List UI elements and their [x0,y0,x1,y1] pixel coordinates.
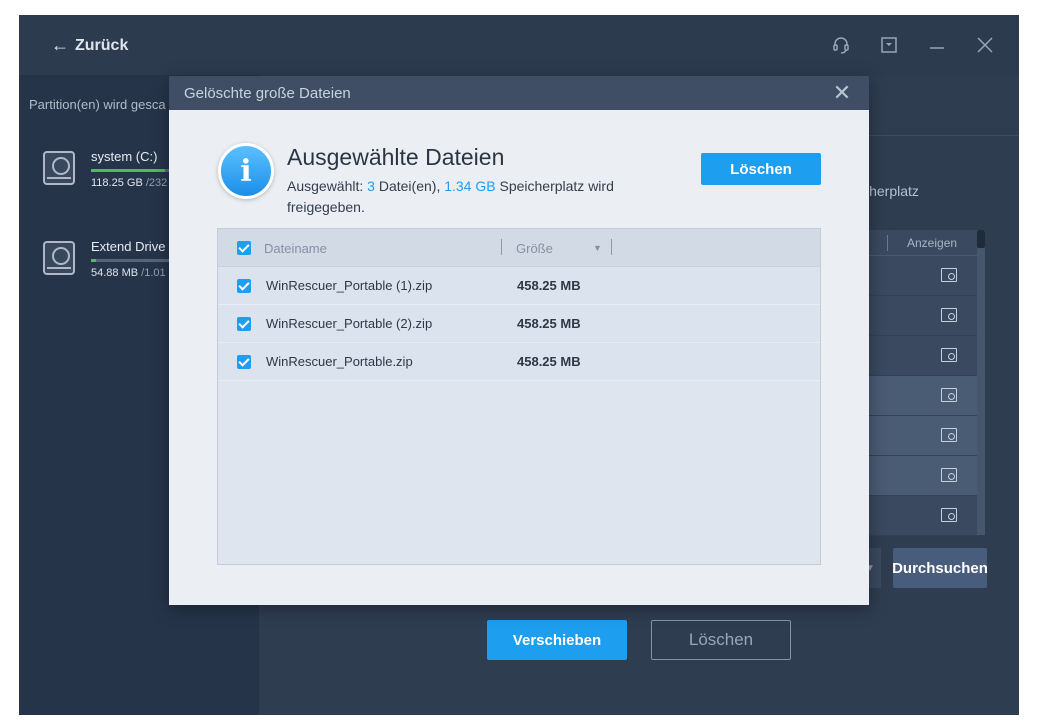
row-checkbox[interactable] [237,355,251,369]
selection-summary: Ausgewählt: 3 Datei(en), 1.34 GB Speiche… [287,178,614,215]
table-row[interactable]: WinRescuer_Portable (1).zip 458.25 MB [218,267,820,305]
close-icon[interactable]: ✕ [831,82,853,104]
column-view-header: Anzeigen [907,236,958,250]
menu-dropdown-icon[interactable] [877,33,901,57]
table-row[interactable] [859,256,977,296]
column-name-header[interactable]: Dateiname [264,241,327,256]
scan-status: Partition(en) wird gesca [29,97,166,112]
hard-drive-icon [43,151,75,185]
scrollbar[interactable] [977,230,985,535]
file-size: 458.25 MB [517,278,581,293]
sort-down-icon[interactable]: ▼ [593,243,602,253]
drive-name: Extend Drive [91,239,166,254]
file-size: 458.25 MB [517,316,581,331]
dialog-heading: Ausgewählte Dateien [287,144,505,170]
folder-search-icon[interactable] [941,308,957,322]
table-row[interactable]: WinRescuer_Portable (2).zip 458.25 MB [218,305,820,343]
support-icon[interactable] [829,33,853,57]
table-row[interactable] [859,456,977,496]
table-row[interactable] [859,296,977,336]
table-header: Dateiname Größe ▼ [218,229,820,267]
dialog-title-bar: Gelöschte große Dateien ✕ [169,76,869,110]
back-label: Zurück [75,36,129,54]
results-table: Anzeigen [859,230,977,536]
table-row[interactable] [859,376,977,416]
folder-search-icon[interactable] [941,468,957,482]
file-name: WinRescuer_Portable.zip [266,354,413,369]
minimize-icon[interactable] [925,33,949,57]
info-icon: i [218,143,274,199]
column-size-header[interactable]: Größe [516,241,553,256]
close-window-icon[interactable] [973,33,997,57]
table-row[interactable] [859,496,977,536]
folder-search-icon[interactable] [941,348,957,362]
browse-button[interactable]: Durchsuchen [892,548,988,588]
drive-size: 54.88 MB /1.01 [91,267,166,279]
file-size: 458.25 MB [517,354,581,369]
back-button[interactable]: ← Zurück [51,35,128,56]
delete-button[interactable]: Löschen [651,620,791,660]
table-header: Anzeigen [859,230,977,256]
move-button[interactable]: Verschieben [487,620,627,660]
table-row[interactable]: WinRescuer_Portable.zip 458.25 MB [218,343,820,381]
folder-search-icon[interactable] [941,388,957,402]
title-bar: ← Zurück [19,15,1019,75]
hard-drive-icon [43,241,75,275]
file-table: Dateiname Größe ▼ WinRescuer_Portable (1… [217,228,821,565]
file-name: WinRescuer_Portable (1).zip [266,278,433,293]
row-checkbox[interactable] [237,279,251,293]
dialog-title: Gelöschte große Dateien [184,85,351,102]
row-checkbox[interactable] [237,317,251,331]
drive-name: system (C:) [91,149,158,164]
arrow-left-icon: ← [51,35,69,55]
select-all-checkbox[interactable] [237,241,251,255]
folder-search-icon[interactable] [941,428,957,442]
folder-search-icon[interactable] [941,508,957,522]
file-name: WinRescuer_Portable (2).zip [266,316,433,331]
table-row[interactable] [859,416,977,456]
table-row[interactable] [859,336,977,376]
dialog-delete-button[interactable]: Löschen [701,153,821,185]
folder-search-icon[interactable] [941,268,957,282]
deleted-large-files-dialog: Gelöschte große Dateien ✕ i Ausgewählte … [169,76,869,605]
drive-size: 118.25 GB /232 [91,177,168,189]
